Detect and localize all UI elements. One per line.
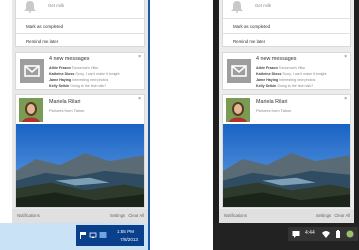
remind-later-button[interactable]: Remind me later xyxy=(233,39,265,44)
flag-icon[interactable] xyxy=(79,231,87,239)
divider xyxy=(16,18,144,19)
system-tray: 1:55 PM 7/8/2013 xyxy=(76,225,144,246)
bell-icon xyxy=(231,1,243,13)
clear-all-button[interactable]: Clear All xyxy=(128,213,144,218)
photo-subtitle: Pictures from Tahoe xyxy=(49,108,85,113)
photo-notification[interactable]: Mariela Rilari Pictures from Tahoe × xyxy=(15,94,145,208)
message-list: Athie Frazon Tomorrow's Hike Kathrine Di… xyxy=(256,65,347,89)
message-center: Get milk Mark as completed Remind me lat… xyxy=(219,0,354,209)
mark-completed-button[interactable]: Mark as completed xyxy=(26,24,63,29)
message-list: Athie Frazon Tomorrow's Hike Kathrine Di… xyxy=(49,65,141,89)
close-icon[interactable]: × xyxy=(138,96,141,102)
reminder-text: Get milk xyxy=(255,3,272,8)
divider xyxy=(223,33,350,34)
status-tray[interactable]: 4:44 xyxy=(288,227,358,241)
reminder-notification[interactable]: Get milk Mark as completed Remind me lat… xyxy=(222,0,351,47)
messages-notification[interactable]: 4 new messages × Athie Frazon Tomorrow's… xyxy=(15,52,145,90)
list-item[interactable]: Kelly Selkin Going to the tech talk? xyxy=(256,83,347,89)
chromeos-shelf: 4:44 xyxy=(213,223,359,250)
user-avatar-icon[interactable] xyxy=(346,230,354,238)
wifi-icon[interactable] xyxy=(322,230,330,238)
divider xyxy=(223,18,350,19)
windows-panel: Get milk Mark as completed Remind me lat… xyxy=(0,0,148,250)
list-item[interactable]: Kelly Selkin Going to the tech talk? xyxy=(49,83,141,89)
avatar xyxy=(19,98,43,122)
notification-tray-icon[interactable] xyxy=(99,231,107,239)
reminder-notification[interactable]: Get milk Mark as completed Remind me lat… xyxy=(15,0,145,47)
photo-image[interactable] xyxy=(16,124,144,207)
settings-button[interactable]: Settings xyxy=(316,213,331,218)
chromeos-panel: Get milk Mark as completed Remind me lat… xyxy=(213,0,359,250)
mail-icon xyxy=(227,59,251,83)
close-icon[interactable]: × xyxy=(138,54,141,60)
notifications-label: Notifications xyxy=(17,213,40,218)
avatar xyxy=(226,98,250,122)
clear-all-button[interactable]: Clear All xyxy=(334,213,350,218)
remind-later-button[interactable]: Remind me later xyxy=(26,39,58,44)
photo-image[interactable] xyxy=(223,124,350,207)
message-center-footer: Notifications Settings Clear All xyxy=(219,209,354,223)
sender-name: Mariela Rilari xyxy=(256,99,288,105)
mail-icon xyxy=(20,59,44,83)
sender-name: Mariela Rilari xyxy=(49,99,81,105)
window-edge xyxy=(148,0,150,250)
bell-icon xyxy=(24,1,36,13)
photo-notification[interactable]: Mariela Rilari Pictures from Tahoe × xyxy=(222,94,351,208)
clock-time[interactable]: 1:55 PM xyxy=(117,229,134,234)
photo-subtitle: Pictures from Tahoe xyxy=(256,108,292,113)
messages-notification[interactable]: 4 new messages × Athie Frazon Tomorrow's… xyxy=(222,52,351,90)
close-icon[interactable]: × xyxy=(344,96,347,102)
battery-icon[interactable] xyxy=(334,230,342,238)
messages-title: 4 new messages xyxy=(256,56,297,62)
mark-completed-button[interactable]: Mark as completed xyxy=(233,24,270,29)
windows-taskbar: 1:55 PM 7/8/2013 xyxy=(0,223,148,250)
message-center: Get milk Mark as completed Remind me lat… xyxy=(12,0,148,209)
message-center-icon[interactable] xyxy=(292,230,300,238)
divider xyxy=(16,33,144,34)
clock-time[interactable]: 4:44 xyxy=(305,230,315,236)
network-icon[interactable] xyxy=(89,231,97,239)
message-center-footer: Notifications Settings Clear All xyxy=(12,209,148,223)
close-icon[interactable]: × xyxy=(344,54,347,60)
clock-date[interactable]: 7/8/2013 xyxy=(120,237,138,242)
reminder-text: Get milk xyxy=(48,3,65,8)
notifications-label: Notifications xyxy=(224,213,247,218)
messages-title: 4 new messages xyxy=(49,56,90,62)
settings-button[interactable]: Settings xyxy=(110,213,125,218)
